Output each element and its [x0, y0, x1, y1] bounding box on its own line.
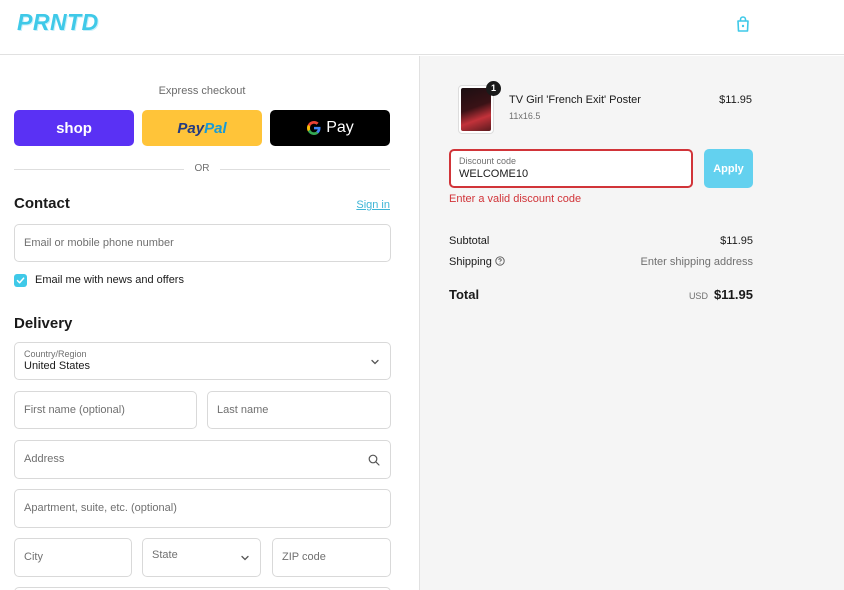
google-g-icon: [307, 121, 321, 135]
help-circle-icon[interactable]: [495, 256, 505, 266]
google-pay-button[interactable]: Pay: [270, 110, 390, 146]
shopping-bag-icon[interactable]: [734, 15, 752, 33]
state-placeholder: State: [152, 549, 178, 561]
store-logo[interactable]: PRNTD: [17, 9, 99, 36]
last-name-placeholder: Last name: [217, 404, 269, 416]
paypal-button[interactable]: Pay Pal: [142, 110, 262, 146]
shipping-value: Enter shipping address: [640, 256, 753, 268]
quantity-badge: 1: [486, 81, 501, 96]
shipping-label: Shipping: [449, 256, 492, 268]
address-placeholder: Address: [24, 453, 65, 465]
or-divider: OR: [14, 163, 390, 177]
checkout-page: PRNTD Express checkout shop PayPal Pay: [0, 0, 844, 590]
subtotal-value: $11.95: [720, 235, 753, 247]
apartment-placeholder: Apartment, suite, etc. (optional): [24, 502, 177, 514]
contact-heading: Contact: [14, 195, 70, 212]
shop-pay-label: shop: [56, 119, 92, 137]
product-price: $11.95: [719, 94, 752, 106]
country-select[interactable]: Country/Region United States: [14, 342, 391, 380]
zip-placeholder: ZIP code: [282, 551, 326, 563]
newsletter-label: Email me with news and offers: [35, 274, 184, 286]
zip-field[interactable]: ZIP code: [272, 538, 391, 577]
header: PRNTD: [0, 0, 844, 55]
delivery-heading: Delivery: [14, 315, 73, 332]
search-icon: [368, 454, 380, 466]
country-value: United States: [24, 360, 91, 372]
total-currency: USD: [688, 291, 708, 301]
newsletter-checkbox[interactable]: [14, 274, 27, 287]
city-field[interactable]: City: [14, 538, 132, 577]
total-label: Total: [449, 287, 480, 302]
subtotal-label: Subtotal: [449, 235, 490, 247]
state-select[interactable]: State: [142, 538, 261, 577]
paypal-label-part1: Pay: [177, 119, 205, 137]
discount-code-field[interactable]: Discount code WELCOME10: [449, 149, 693, 188]
checkmark-icon: [16, 277, 25, 284]
google-pay-label: Pay: [326, 119, 354, 136]
total-amount: USD $11.95: [689, 287, 753, 302]
country-label: Country/Region: [24, 349, 87, 359]
first-name-placeholder: First name (optional): [24, 404, 125, 416]
first-name-field[interactable]: First name (optional): [14, 391, 197, 429]
address-field[interactable]: Address: [14, 440, 391, 479]
discount-error-message: Enter a valid discount code: [449, 193, 582, 205]
paypal-label-part2: Pal: [204, 119, 227, 137]
poster-image: [461, 88, 491, 131]
order-summary: 1 TV Girl 'French Exit' Poster 11x16.5 $…: [419, 56, 844, 590]
last-name-field[interactable]: Last name: [207, 391, 391, 429]
sign-in-link[interactable]: Sign in: [356, 199, 390, 211]
chevron-down-icon: [241, 555, 249, 561]
shipping-row: Shipping Enter shipping address: [449, 256, 753, 268]
checkout-form: Express checkout shop Pay Pal Pay OR Cont…: [0, 56, 419, 590]
apply-discount-button[interactable]: Apply: [704, 149, 753, 188]
product-variant: 11x16.5: [509, 111, 541, 121]
shop-pay-button[interactable]: shop: [14, 110, 134, 146]
or-label: OR: [194, 163, 210, 174]
discount-code-value: WELCOME10: [459, 168, 529, 180]
discount-code-label: Discount code: [459, 156, 517, 166]
total-row: Total USD $11.95: [449, 287, 753, 302]
city-placeholder: City: [24, 551, 43, 563]
total-value: $11.95: [713, 287, 753, 302]
chevron-down-icon: [371, 359, 379, 365]
express-checkout-label: Express checkout: [158, 85, 246, 97]
email-placeholder: Email or mobile phone number: [24, 237, 174, 249]
subtotal-row: Subtotal $11.95: [449, 235, 753, 247]
product-name: TV Girl 'French Exit' Poster: [509, 94, 641, 106]
apartment-field[interactable]: Apartment, suite, etc. (optional): [14, 489, 391, 528]
email-field[interactable]: Email or mobile phone number: [14, 224, 391, 262]
